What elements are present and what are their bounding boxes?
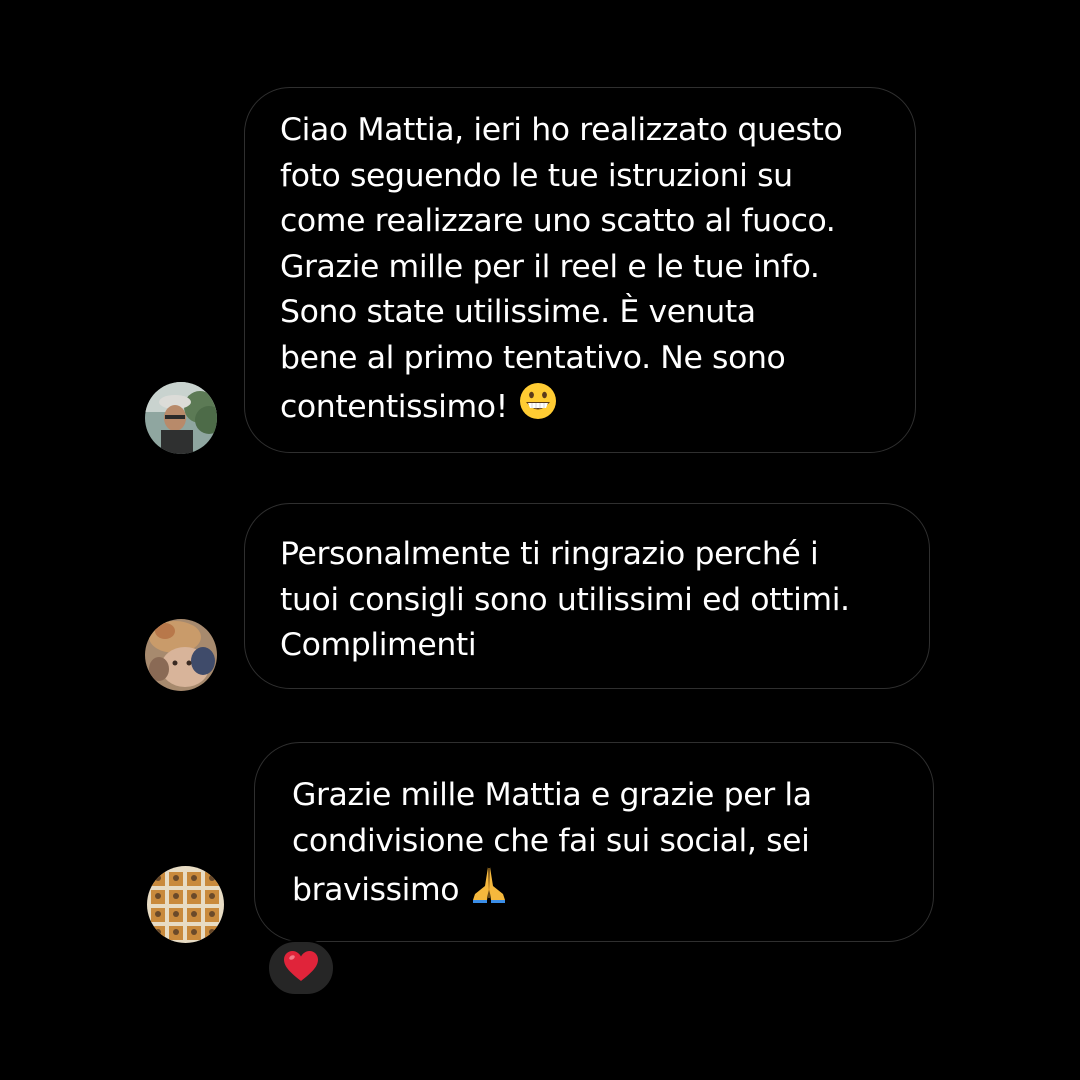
message-reaction[interactable] (267, 940, 335, 996)
red-heart-icon (283, 950, 319, 986)
message-bubble-1[interactable]: Ciao Mattia, ieri ho realizzato questo f… (244, 87, 916, 453)
sender-avatar-1[interactable] (145, 382, 217, 454)
message-text-1: Ciao Mattia, ieri ho realizzato questo f… (280, 108, 891, 435)
grinning-face-icon (518, 381, 558, 435)
avatar-photo-1 (145, 382, 217, 454)
message-bubble-3[interactable]: Grazie mille Mattia e grazie per la cond… (254, 742, 934, 942)
folded-hands-icon (469, 864, 509, 918)
sender-avatar-3[interactable] (147, 866, 224, 943)
message-text-2: Personalmente ti ringrazio perché i tuoi… (280, 536, 850, 663)
message-text-3: Grazie mille Mattia e grazie per la cond… (292, 773, 909, 918)
avatar-photo-2 (145, 619, 217, 691)
message-bubble-2[interactable]: Personalmente ti ringrazio perché i tuoi… (244, 503, 930, 689)
sender-avatar-2[interactable] (145, 619, 217, 691)
avatar-photo-3 (147, 866, 224, 943)
